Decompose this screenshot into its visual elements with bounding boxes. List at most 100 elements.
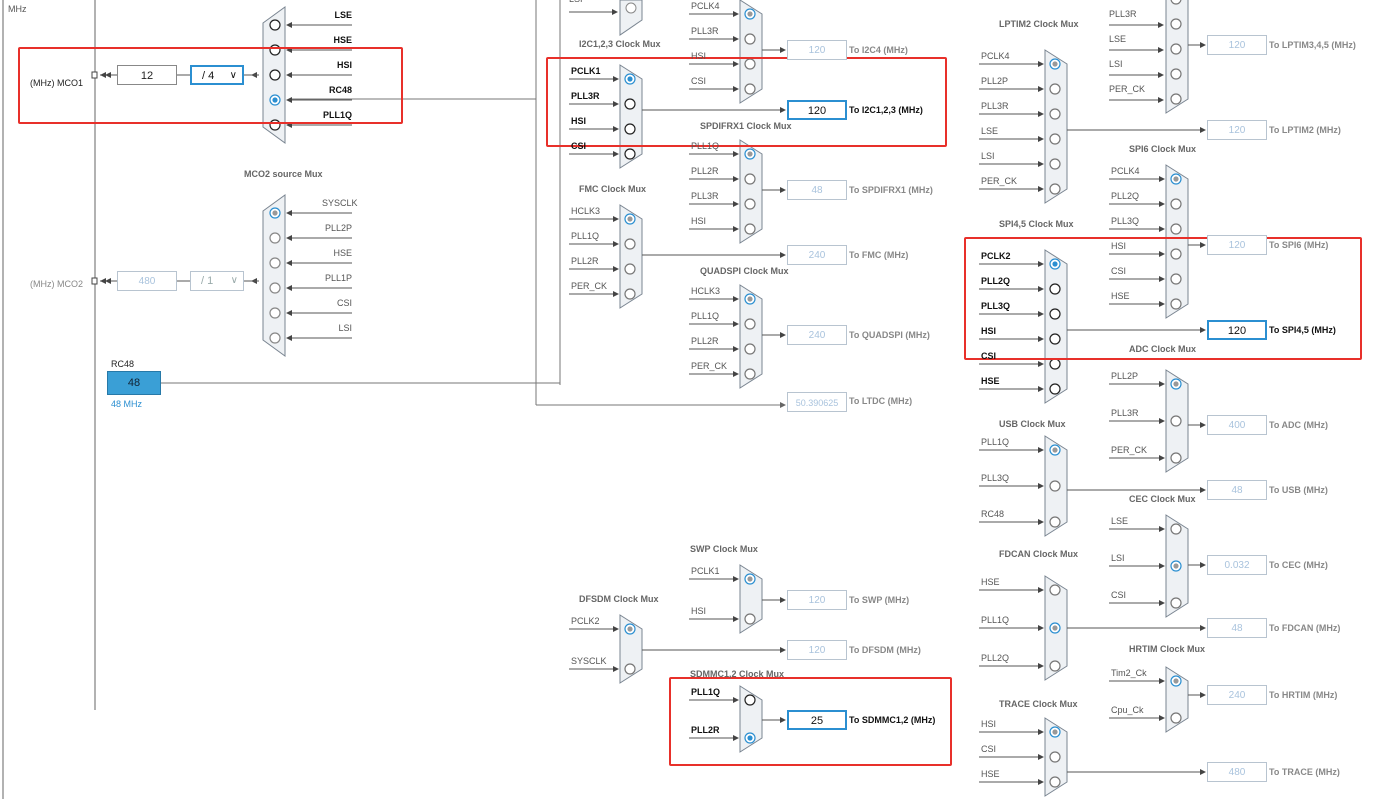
i2c4-value[interactable]: 120 — [787, 40, 847, 60]
mco2-prescaler-select[interactable]: / 1 ∨ — [190, 271, 244, 291]
lptim2-radio[interactable] — [1049, 133, 1061, 145]
hrtim-radio[interactable] — [1170, 712, 1182, 724]
dfsdm-radio-dot — [627, 626, 633, 632]
fmc-radio[interactable] — [624, 288, 636, 300]
adc-value[interactable]: 400 — [1207, 415, 1267, 435]
fmc-mux-title: FMC Clock Mux — [579, 184, 647, 194]
quadspi-radio[interactable] — [744, 343, 756, 355]
spi6-value[interactable]: 120 — [1207, 235, 1267, 255]
arrow-icon — [733, 576, 739, 582]
quadspi-radio[interactable] — [744, 368, 756, 380]
fmc-radio[interactable] — [624, 238, 636, 250]
trace-value[interactable]: 480 — [1207, 762, 1267, 782]
trace-radio[interactable] — [1049, 751, 1061, 763]
spdifrx-radio[interactable] — [744, 198, 756, 210]
fmc-input-label: PER_CK — [571, 281, 608, 291]
mco2-radio[interactable] — [269, 332, 281, 344]
usb-value[interactable]: 48 — [1207, 480, 1267, 500]
dfsdm-value[interactable]: 120 — [787, 640, 847, 660]
hrtim-input-label: Cpu_Ck — [1111, 705, 1144, 715]
lptim345-radio[interactable] — [1170, 93, 1182, 105]
dfsdm-output-label: To DFSDM (MHz) — [849, 645, 921, 655]
mco2-radio[interactable] — [269, 282, 281, 294]
usb-input-label: PLL3Q — [981, 473, 1010, 483]
spi45-value[interactable]: 120 — [1207, 320, 1267, 340]
arrow-icon — [1038, 729, 1044, 735]
spdifrx-input-label: PLL3R — [691, 191, 719, 201]
mco2-input-label: LSI — [338, 323, 352, 333]
sdmmc-value[interactable]: 25 — [787, 710, 847, 730]
usb-radio[interactable] — [1049, 480, 1061, 492]
cec-radio[interactable] — [1170, 523, 1182, 535]
lptim2-input-label: PCLK4 — [981, 51, 1010, 61]
lptim2-output-label: To LPTIM2 (MHz) — [1269, 125, 1341, 135]
lptim345-radio[interactable] — [1170, 68, 1182, 80]
i2c4-radio[interactable] — [744, 33, 756, 45]
lptim345-radio[interactable] — [1170, 18, 1182, 30]
lptim2-radio[interactable] — [1049, 83, 1061, 95]
mco2-radio[interactable] — [269, 257, 281, 269]
mco2-radio[interactable] — [269, 232, 281, 244]
spdifrx-input-label: PLL1Q — [691, 141, 720, 151]
mco2-input-label: PLL2P — [324, 223, 352, 233]
lptim2-radio[interactable] — [1049, 183, 1061, 195]
fdcan-radio[interactable] — [1049, 660, 1061, 672]
fdcan-radio[interactable] — [1049, 584, 1061, 596]
cec-mux-title: CEC Clock Mux — [1129, 494, 1196, 504]
spi6-radio[interactable] — [1170, 223, 1182, 235]
lptim2-input-label: PER_CK — [981, 176, 1018, 186]
arrow-icon — [1038, 519, 1044, 525]
spi45-radio[interactable] — [1049, 383, 1061, 395]
arrow-icon — [1038, 625, 1044, 631]
lptim345-radio[interactable] — [1170, 43, 1182, 55]
lptim2-mux-shape — [1044, 49, 1068, 204]
adc-radio[interactable] — [1170, 415, 1182, 427]
lptim2-radio[interactable] — [1049, 108, 1061, 120]
arrow-icon — [733, 296, 739, 302]
mco2-radio[interactable] — [269, 307, 281, 319]
i2c4-input-label: PCLK4 — [691, 1, 720, 11]
arrow-icon — [1038, 386, 1044, 392]
mco2-value[interactable]: 480 — [117, 271, 177, 291]
hrtim-value[interactable]: 240 — [1207, 685, 1267, 705]
spdifrx-radio[interactable] — [744, 223, 756, 235]
sdmmc-input-label: PLL2R — [691, 725, 720, 735]
lptim2-value[interactable]: 120 — [1207, 120, 1267, 140]
swp-value[interactable]: 120 — [787, 590, 847, 610]
spi6-radio[interactable] — [1170, 198, 1182, 210]
lptim2-radio[interactable] — [1049, 158, 1061, 170]
usb-mux-title: USB Clock Mux — [999, 419, 1066, 429]
cec-radio[interactable] — [1170, 597, 1182, 609]
arrow-icon — [1200, 625, 1206, 631]
fmc-radio[interactable] — [624, 263, 636, 275]
spdifrx-radio[interactable] — [744, 173, 756, 185]
swp-radio[interactable] — [744, 613, 756, 625]
fmc-input-label: PLL2R — [571, 256, 599, 266]
i2c4-radio-dot — [747, 11, 753, 17]
i2c123-radio[interactable] — [624, 148, 636, 160]
dfsdm-radio[interactable] — [624, 663, 636, 675]
trace-radio[interactable] — [1049, 776, 1061, 788]
arrow-icon — [1200, 769, 1206, 775]
quadspi-value[interactable]: 240 — [787, 325, 847, 345]
lptim345-value[interactable]: 120 — [1207, 35, 1267, 55]
cec-value[interactable]: 0.032 — [1207, 555, 1267, 575]
mco1-radio[interactable] — [269, 19, 281, 31]
lptim2-mux-title: LPTIM2 Clock Mux — [999, 19, 1079, 29]
spdifrx-value[interactable]: 48 — [787, 180, 847, 200]
fmc-value[interactable]: 240 — [787, 245, 847, 265]
i2c123-mux-title: I2C1,2,3 Clock Mux — [579, 39, 661, 49]
arrow-icon — [1158, 22, 1164, 28]
swp-radio-dot — [747, 576, 753, 582]
spi6-input-label: CSI — [1111, 266, 1127, 276]
ltdc-value[interactable]: 50.390625 — [787, 392, 847, 412]
i2c123-value[interactable]: 120 — [787, 100, 847, 120]
usb-radio[interactable] — [1049, 516, 1061, 528]
spi45-input-label: HSI — [981, 326, 997, 336]
highlight-spi45 — [964, 237, 1362, 360]
quadspi-radio[interactable] — [744, 318, 756, 330]
fdcan-value[interactable]: 48 — [1207, 618, 1267, 638]
rc48-oscillator[interactable]: 48 — [107, 371, 161, 395]
spi45-radio[interactable] — [1049, 358, 1061, 370]
adc-radio[interactable] — [1170, 452, 1182, 464]
